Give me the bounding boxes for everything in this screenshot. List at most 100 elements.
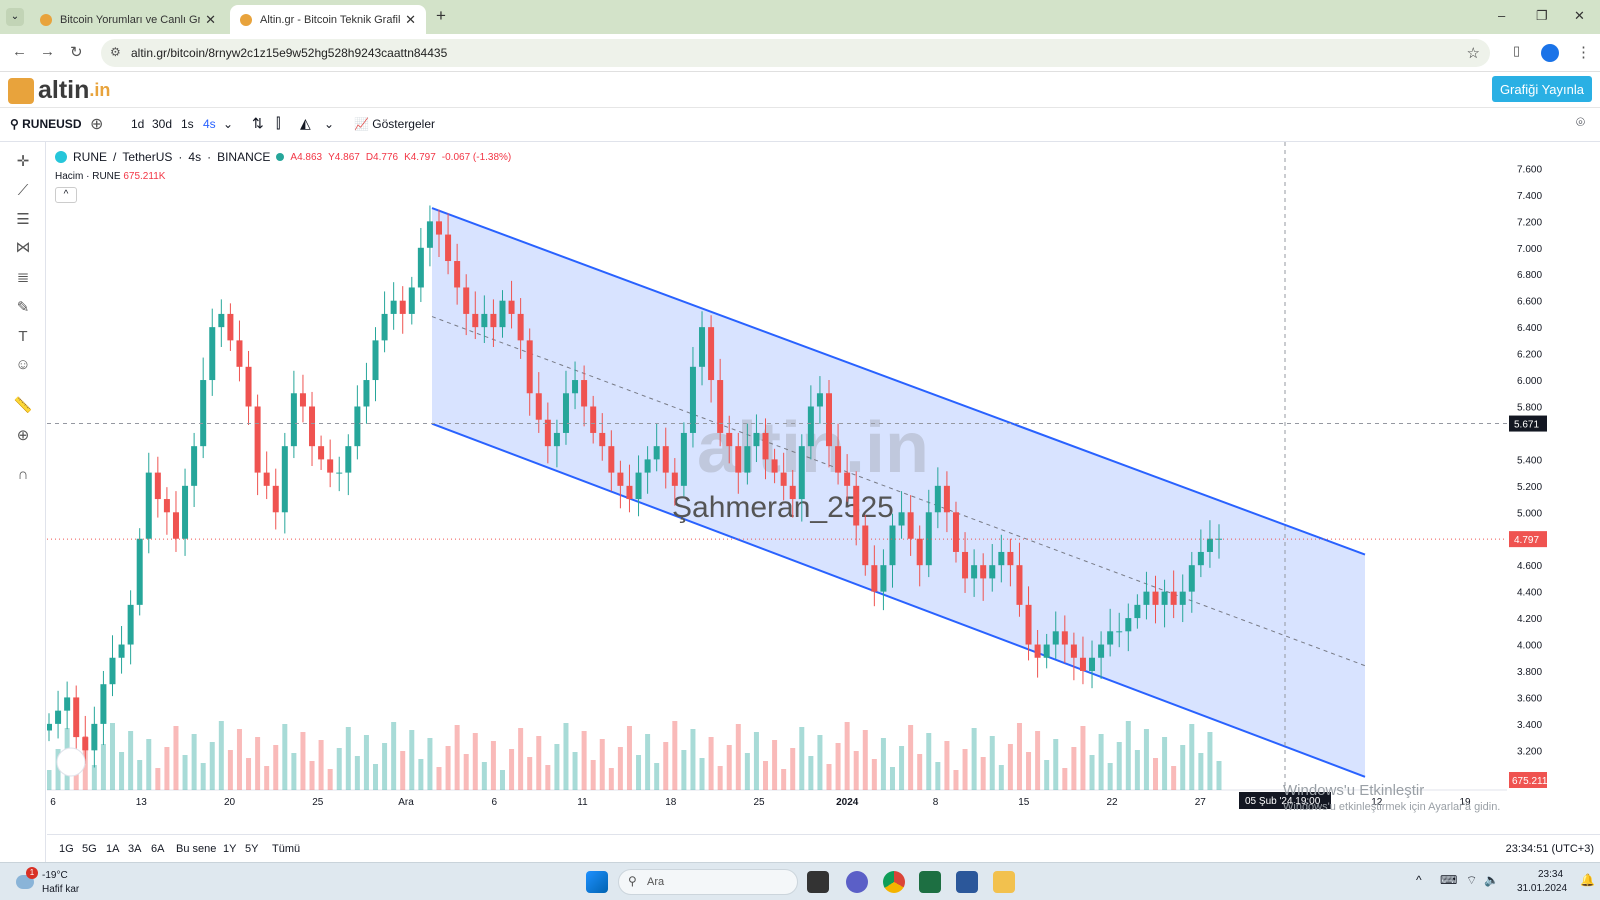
publish-chart-button[interactable]: Grafiği Yayınla bbox=[1491, 76, 1592, 102]
volume-bar bbox=[862, 730, 868, 790]
crosshair-icon[interactable]: ✛ bbox=[13, 152, 33, 172]
brush-icon[interactable]: ✎ bbox=[13, 298, 33, 318]
pattern-icon[interactable]: ⋈ bbox=[13, 238, 33, 258]
candle-body bbox=[408, 287, 415, 314]
collapse-legend-button[interactable]: ^ bbox=[55, 187, 77, 203]
bar-style-icon[interactable]: ⇅ bbox=[252, 115, 264, 132]
volume-bar bbox=[1016, 723, 1022, 790]
taskbar-time[interactable]: 23:34 bbox=[1538, 869, 1563, 880]
bookmark-star-icon[interactable]: ☆ bbox=[1467, 44, 1480, 62]
symbol-search[interactable]: ⚲ RUNEUSD bbox=[10, 117, 81, 131]
interval-1d[interactable]: 1d bbox=[131, 117, 144, 131]
compare-add-icon[interactable]: ⊕ bbox=[90, 114, 103, 134]
volume-icon[interactable]: 🔈 bbox=[1484, 873, 1499, 887]
range-1a[interactable]: 1A bbox=[106, 843, 119, 855]
chrome-icon[interactable] bbox=[883, 871, 905, 893]
volume-bar bbox=[889, 767, 895, 790]
forward-arrow-icon[interactable]: → bbox=[40, 43, 55, 60]
crosshair-price-label: 5.671 bbox=[1514, 420, 1539, 431]
back-arrow-icon[interactable]: ← bbox=[12, 43, 27, 60]
range-3a[interactable]: 3A bbox=[128, 843, 141, 855]
time-tick-label: 2024 bbox=[836, 797, 859, 808]
minimize-button[interactable]: – bbox=[1498, 8, 1505, 23]
excel-icon[interactable] bbox=[919, 871, 941, 893]
close-tab-icon[interactable]: ✕ bbox=[405, 12, 416, 28]
candle-body bbox=[426, 221, 433, 248]
range-1y[interactable]: 1Y bbox=[223, 843, 236, 855]
range-bar: 1G 5G 1A 3A 6A Bu sene 1Y 5Y Tümü 23:34:… bbox=[47, 834, 1600, 862]
trend-line-icon[interactable]: ⟋ bbox=[13, 182, 33, 202]
taskbar-date[interactable]: 31.01.2024 bbox=[1517, 883, 1567, 894]
chart-type-chevron-icon[interactable]: ⌄ bbox=[324, 117, 334, 131]
candle-body bbox=[562, 393, 569, 433]
tab-bitcoin-yorumlari[interactable]: Bitcoin Yorumları ve Canlı Grafik ✕ bbox=[30, 5, 226, 34]
area-chart-icon[interactable]: ◭ bbox=[300, 115, 311, 132]
time-tick-label: 13 bbox=[136, 797, 148, 808]
interval-30d[interactable]: 30d bbox=[152, 117, 172, 131]
close-tab-icon[interactable]: ✕ bbox=[205, 12, 216, 28]
site-logo[interactable]: altin .in bbox=[8, 76, 110, 105]
volume-bar bbox=[908, 725, 914, 790]
close-window-button[interactable]: ✕ bbox=[1574, 8, 1585, 24]
candle-body bbox=[472, 313, 479, 328]
price-tick-label: 3.400 bbox=[1517, 720, 1542, 731]
volume-bar bbox=[209, 742, 215, 790]
url-field[interactable]: ⚙ altin.gr/bitcoin/8rnyw2c1z15e9w52hg528… bbox=[101, 39, 1490, 67]
candle-body bbox=[644, 459, 651, 473]
range-1g[interactable]: 1G bbox=[59, 843, 74, 855]
word-icon[interactable] bbox=[956, 871, 978, 893]
side-panel-icon[interactable]: ▯ bbox=[1513, 43, 1520, 59]
candle-body bbox=[372, 340, 379, 381]
indicators-button[interactable]: 📈 Göstergeler bbox=[354, 117, 435, 131]
time-tick-label: 22 bbox=[1106, 797, 1118, 808]
interval-1s[interactable]: 1s bbox=[181, 117, 194, 131]
tab-search-dropdown[interactable]: ⌄ bbox=[6, 8, 24, 26]
range-5y[interactable]: 5Y bbox=[245, 843, 258, 855]
range-6a[interactable]: 6A bbox=[151, 843, 164, 855]
tab-altin-teknik-grafik[interactable]: Altin.gr - Bitcoin Teknik Grafik Çizimi … bbox=[230, 5, 426, 34]
show-hidden-icons-chevron-icon[interactable]: ^ bbox=[1416, 873, 1422, 887]
volume-bar bbox=[581, 731, 587, 790]
notification-bell-icon[interactable]: 🔔 bbox=[1580, 873, 1595, 887]
taskbar-search[interactable]: ⚲ Ara bbox=[618, 869, 798, 895]
time-tick-label: 20 bbox=[224, 797, 236, 808]
wifi-icon[interactable]: ⌔ bbox=[1466, 873, 1477, 888]
text-tool-icon[interactable]: T bbox=[13, 328, 33, 348]
reload-icon[interactable]: ↻ bbox=[70, 43, 83, 61]
magnet-icon[interactable]: ∩ bbox=[13, 466, 33, 486]
volume-bar bbox=[690, 729, 696, 790]
interval-4s[interactable]: 4s bbox=[203, 117, 216, 131]
candle-body bbox=[145, 472, 152, 539]
candle-body bbox=[599, 432, 606, 447]
price-chart[interactable]: 7.600 7.400 7.200 7.000 6.800 6.600 6.400 6.200… bbox=[47, 142, 1547, 862]
volume-bar bbox=[608, 768, 614, 790]
site-info-icon[interactable]: ⚙ bbox=[110, 45, 121, 59]
emoji-icon[interactable]: ☺ bbox=[13, 356, 33, 376]
legend-interval: 4s bbox=[188, 150, 202, 164]
task-view-icon[interactable] bbox=[807, 871, 829, 893]
candle-body bbox=[608, 446, 615, 473]
interval-dropdown-chevron-icon[interactable]: ⌄ bbox=[223, 117, 233, 131]
profile-avatar[interactable] bbox=[1541, 44, 1559, 62]
restore-button[interactable]: ❐ bbox=[1536, 8, 1548, 24]
range-tumu[interactable]: Tümü bbox=[272, 843, 300, 855]
ruler-icon[interactable]: 📏 bbox=[13, 396, 33, 416]
volume-bar bbox=[1180, 745, 1186, 790]
new-tab-button[interactable]: + bbox=[436, 6, 446, 26]
price-tick-label: 6.200 bbox=[1517, 350, 1542, 361]
range-bu-sene[interactable]: Bu sene bbox=[176, 843, 216, 855]
teams-chat-icon[interactable] bbox=[846, 871, 868, 893]
windows-start-icon[interactable] bbox=[586, 871, 608, 893]
prediction-icon[interactable]: ≣ bbox=[13, 268, 33, 288]
fib-lines-icon[interactable]: ☰ bbox=[13, 210, 33, 230]
zoom-in-icon[interactable]: ⊕ bbox=[13, 426, 33, 446]
browser-menu-icon[interactable]: ⋮ bbox=[1576, 43, 1591, 61]
range-5g[interactable]: 5G bbox=[82, 843, 97, 855]
candle-body bbox=[898, 512, 905, 526]
channel-fill bbox=[432, 208, 1365, 777]
candle-body bbox=[689, 366, 696, 433]
candles-icon[interactable]: ⫿ bbox=[276, 115, 280, 132]
file-explorer-icon[interactable] bbox=[993, 871, 1015, 893]
camera-icon[interactable]: ⌾ bbox=[1576, 114, 1585, 131]
keyboard-icon[interactable]: ⌨ bbox=[1440, 873, 1457, 887]
